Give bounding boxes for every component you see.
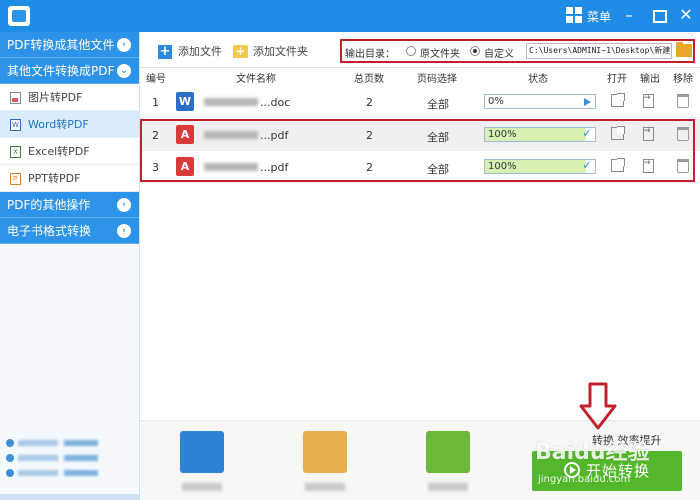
word-file-icon: W (176, 92, 194, 111)
image-icon (10, 92, 21, 104)
sidebar-category-label: 电子书格式转换 (7, 224, 92, 238)
progress-bar: 0% (484, 94, 596, 109)
title-bar: 菜单 – ✕ (0, 0, 700, 32)
header-remove: 移除 (673, 74, 693, 85)
word-icon (10, 112, 21, 139)
table-row[interactable]: 1 W ...doc 2 全部 0% (140, 86, 700, 118)
radio-custom-folder[interactable] (470, 46, 480, 56)
chevron-right-icon: › (117, 198, 131, 212)
qq-icon (6, 439, 14, 447)
sidebar-item-label: 图片转PDF (28, 91, 83, 104)
app-logo (8, 6, 30, 26)
output-path-input[interactable]: C:\Users\ADMINI~1\Desktop\新建文 (526, 43, 672, 59)
chevron-down-icon: ⌄ (117, 64, 131, 78)
chevron-right-icon: › (117, 38, 131, 52)
email-icon (6, 469, 14, 477)
header-export: 输出 (640, 74, 660, 85)
promo-label-redacted (428, 483, 468, 491)
add-file-button[interactable]: + 添加文件 (158, 44, 222, 60)
file-extension: ...doc (260, 96, 291, 109)
open-file-icon[interactable] (611, 93, 625, 107)
output-directory-group: 输出目录： 原文件夹 自定义 C:\Users\ADMINI~1\Desktop… (340, 39, 695, 63)
header-status: 状态 (528, 74, 548, 85)
sidebar: PDF转换成其他文件 › 其他文件转换成PDF ⌄ 图片转PDF Word转PD… (0, 32, 140, 500)
output-directory-label: 输出目录： (345, 49, 395, 60)
sidebar-item-word-to-pdf[interactable]: Word转PDF (0, 111, 139, 139)
maximize-button[interactable] (646, 4, 670, 26)
play-icon[interactable] (584, 98, 591, 106)
sidebar-category-ebook[interactable]: 电子书格式转换 › (0, 218, 139, 244)
promo-app-icon[interactable] (180, 431, 224, 473)
chevron-right-icon: › (117, 224, 131, 238)
sidebar-item-label: Word转PDF (28, 118, 89, 131)
ppt-icon (10, 166, 21, 193)
row-page-range[interactable]: 全部 (427, 96, 449, 112)
plus-icon: + (158, 44, 172, 59)
sidebar-item-excel-to-pdf[interactable]: Excel转PDF (0, 138, 139, 166)
sidebar-item-image-to-pdf[interactable]: 图片转PDF (0, 84, 139, 111)
add-folder-label: 添加文件夹 (253, 45, 308, 58)
row-index: 1 (152, 96, 159, 109)
watermark-url: jingyan.baidu.com (538, 474, 631, 485)
trash-icon[interactable] (677, 94, 689, 108)
sidebar-category-label: 其他文件转换成PDF (7, 64, 115, 78)
add-folder-button[interactable]: + 添加文件夹 (233, 44, 308, 60)
promo-label-redacted (182, 483, 222, 491)
sidebar-item-ppt-to-pdf[interactable]: PPT转PDF (0, 165, 139, 193)
menu-grid-icon[interactable] (566, 7, 582, 23)
header-open: 打开 (607, 74, 627, 85)
promo-label-redacted (305, 483, 345, 491)
watermark-logo: Baidu经验 (535, 440, 650, 465)
export-icon[interactable] (643, 93, 654, 108)
radio-original-folder-label[interactable]: 原文件夹 (420, 45, 460, 60)
sidebar-item-label: PPT转PDF (28, 172, 81, 185)
progress-text: 0% (488, 96, 504, 107)
row-pages: 2 (366, 96, 373, 109)
contact-info (6, 438, 134, 483)
radio-original-folder[interactable] (406, 46, 416, 56)
app-title (38, 9, 158, 21)
sidebar-bottom-bar (0, 494, 140, 500)
menu-button[interactable]: 菜单 (587, 8, 611, 25)
close-button[interactable]: ✕ (674, 4, 698, 26)
header-index: 编号 (146, 74, 166, 85)
file-table-header: 编号 文件名称 总页数 页码选择 状态 打开 输出 移除 (140, 68, 700, 85)
header-total-pages: 总页数 (354, 74, 384, 85)
header-page-range: 页码选择 (417, 74, 457, 85)
excel-icon (10, 139, 21, 166)
sidebar-category-other-to-pdf[interactable]: 其他文件转换成PDF ⌄ (0, 58, 139, 84)
sidebar-category-label: PDF的其他操作 (7, 198, 91, 212)
promo-app-icon[interactable] (426, 431, 470, 473)
toolbar: + 添加文件 + 添加文件夹 输出目录： 原文件夹 自定义 C:\Users\A… (140, 32, 700, 68)
sidebar-category-pdf-other-ops[interactable]: PDF的其他操作 › (0, 192, 139, 218)
red-arrow-annotation (579, 382, 617, 430)
browse-folder-icon[interactable] (676, 42, 692, 57)
sidebar-category-pdf-to-other[interactable]: PDF转换成其他文件 › (0, 32, 139, 58)
promo-app-icon[interactable] (303, 431, 347, 473)
radio-custom-folder-label[interactable]: 自定义 (484, 45, 514, 60)
phone-icon (6, 454, 14, 462)
sidebar-item-label: Excel转PDF (28, 145, 90, 158)
file-name-redacted (204, 98, 258, 106)
folder-plus-icon: + (233, 45, 248, 58)
add-file-label: 添加文件 (178, 45, 222, 58)
highlight-box (140, 119, 695, 182)
sidebar-category-label: PDF转换成其他文件 (7, 38, 115, 52)
header-file-name: 文件名称 (236, 74, 276, 85)
minimize-button[interactable]: – (617, 4, 641, 26)
